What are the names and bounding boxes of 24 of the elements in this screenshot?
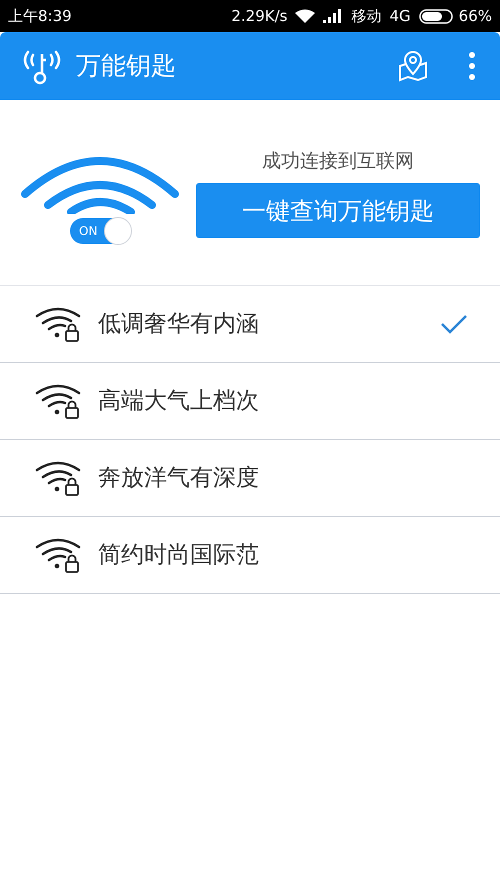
network-name: 低调奢华有内涵 [98, 310, 259, 339]
more-icon [468, 51, 476, 81]
network-item[interactable]: 低调奢华有内涵 [0, 286, 500, 363]
wifi-lock-icon [34, 383, 82, 419]
wifi-lock-icon [34, 306, 82, 342]
signal-icon [323, 9, 344, 23]
connection-status: 成功连接到互联网 [262, 148, 414, 174]
map-pin-icon [398, 50, 428, 82]
wifi-lock-icon [34, 537, 82, 573]
network-name: 高端大气上档次 [98, 386, 259, 416]
app-title: 万能钥匙 [76, 50, 176, 82]
wifi-icon [295, 8, 316, 24]
network-name: 奔放洋气有深度 [98, 464, 259, 493]
status-time: 上午8:39 [8, 6, 72, 27]
network-item[interactable]: 奔放洋气有深度 [0, 440, 500, 517]
network-type: 4G [389, 6, 411, 27]
battery-icon [418, 8, 455, 24]
network-item[interactable]: 高端大气上档次 [0, 363, 500, 440]
network-name: 简约时尚国际范 [98, 540, 259, 570]
network-speed: 2.29K/s [231, 6, 288, 27]
carrier-label: 移动 [351, 6, 382, 27]
network-item[interactable]: 简约时尚国际范 [0, 517, 500, 594]
wifi-lock-icon [34, 460, 82, 496]
battery-percent: 66% [458, 6, 492, 27]
